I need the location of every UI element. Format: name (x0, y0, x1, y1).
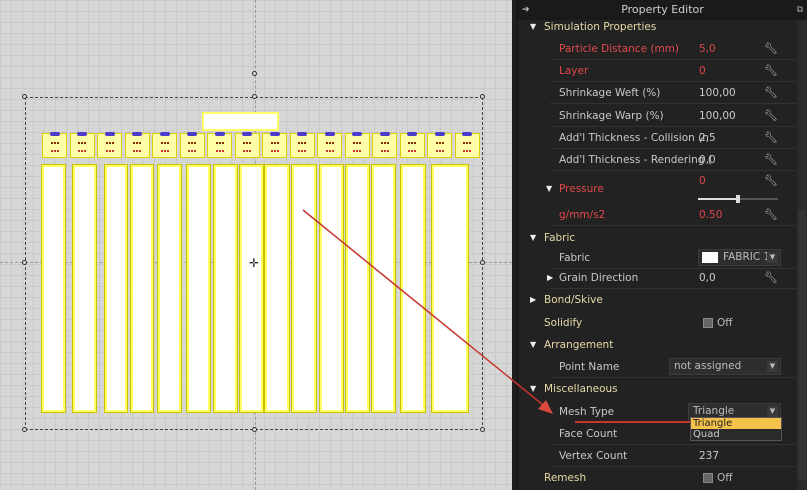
annotation-arrow (302, 209, 690, 423)
